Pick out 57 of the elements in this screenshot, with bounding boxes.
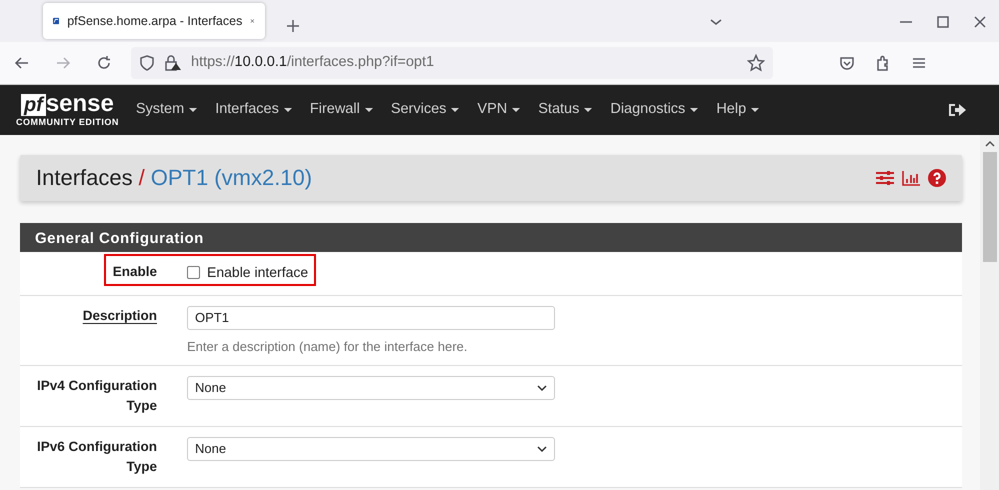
caret-icon bbox=[751, 108, 760, 112]
logo-mark: pf bbox=[20, 94, 46, 116]
tab-title: pfSense.home.arpa - Interfaces bbox=[67, 12, 242, 30]
shield-icon bbox=[139, 55, 155, 71]
logo-edition: COMMUNITY EDITION bbox=[16, 116, 119, 128]
forward-arrow-icon bbox=[55, 55, 71, 71]
caret-icon bbox=[364, 108, 373, 112]
breadcrumb-separator: / bbox=[138, 164, 145, 192]
scroll-up-icon bbox=[984, 140, 994, 148]
close-icon bbox=[973, 15, 987, 29]
scrollbar[interactable] bbox=[980, 135, 999, 490]
plus-icon bbox=[286, 19, 300, 33]
caret-icon bbox=[512, 108, 520, 112]
panel-header: General Configuration bbox=[20, 223, 962, 252]
field-label: IPv6 Configuration Type bbox=[36, 438, 157, 476]
select-field[interactable]: None bbox=[187, 436, 555, 460]
checkbox-label[interactable]: Enable interface bbox=[187, 262, 308, 283]
nav-menu-item[interactable]: Status bbox=[529, 99, 602, 121]
caret-icon bbox=[451, 108, 460, 112]
caret-icon bbox=[584, 108, 592, 112]
help-text: Enter a description (name) for the interface here. bbox=[187, 338, 468, 356]
help-icon[interactable] bbox=[928, 169, 946, 187]
nav-menu-item[interactable]: System bbox=[126, 99, 206, 121]
sliders-icon[interactable] bbox=[876, 170, 894, 186]
chevron-down-icon bbox=[537, 444, 547, 452]
field-label: IPv4 Configuration Type bbox=[36, 376, 157, 415]
logo-wordmark: sense bbox=[46, 92, 114, 114]
reload-icon bbox=[96, 55, 112, 71]
text-field[interactable]: OPT1 bbox=[187, 306, 555, 330]
logout-icon[interactable] bbox=[947, 101, 967, 119]
caret-icon bbox=[284, 108, 292, 112]
bar-chart-icon[interactable] bbox=[902, 170, 920, 186]
maximize-icon bbox=[936, 15, 950, 29]
lock-warning-icon bbox=[164, 55, 182, 71]
logo[interactable]: pfsense COMMUNITY EDITION bbox=[16, 92, 119, 128]
caret-icon bbox=[690, 108, 698, 112]
scrollbar-thumb[interactable] bbox=[982, 152, 996, 262]
chevron-down-icon bbox=[537, 384, 547, 392]
pocket-icon bbox=[839, 55, 855, 71]
nav-menu-item[interactable]: Diagnostics bbox=[601, 99, 708, 121]
caret-icon bbox=[189, 108, 198, 112]
nav-menu-item[interactable]: Services bbox=[382, 99, 468, 121]
nav-menu-item[interactable]: VPN bbox=[468, 99, 530, 121]
nav-menu-item[interactable]: Interfaces bbox=[206, 99, 301, 121]
nav-menu-item[interactable]: Help bbox=[707, 99, 768, 121]
nav-menu-item[interactable]: Firewall bbox=[300, 99, 382, 121]
url-text: https://10.0.0.1/interfaces.php?if=opt1 bbox=[191, 53, 436, 72]
breadcrumb-text: Interfaces bbox=[36, 164, 133, 192]
puzzle-icon bbox=[875, 55, 891, 71]
field-label: Description bbox=[82, 307, 157, 325]
back-arrow-icon bbox=[14, 55, 30, 71]
browser-tab[interactable]: pfSense.home.arpa - Interfaces bbox=[43, 3, 265, 39]
select-field[interactable]: None bbox=[187, 376, 555, 400]
star-icon[interactable] bbox=[747, 54, 765, 72]
address-bar[interactable]: https://10.0.0.1/interfaces.php?if=opt1 bbox=[131, 47, 773, 79]
checkbox[interactable] bbox=[187, 266, 200, 279]
field-label: Enable bbox=[112, 263, 157, 281]
